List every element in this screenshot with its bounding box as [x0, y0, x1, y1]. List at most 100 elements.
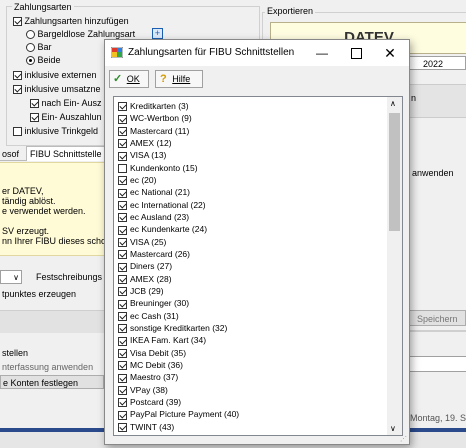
- list-item[interactable]: VISA (13): [118, 149, 166, 161]
- list-item[interactable]: Diners (27): [118, 260, 172, 272]
- list-item[interactable]: Mastercard (11): [118, 125, 189, 137]
- list-item[interactable]: ec (20): [118, 174, 156, 186]
- konten-button[interactable]: e Konten festlegen: [0, 375, 104, 389]
- scroll-up-icon[interactable]: ∧: [390, 99, 396, 108]
- list-item-checkbox[interactable]: [118, 361, 127, 371]
- info-line-1: er DATEV,: [2, 186, 44, 196]
- close-button[interactable]: ✕: [373, 40, 407, 66]
- checkbox-box[interactable]: [13, 17, 22, 27]
- list-item-checkbox[interactable]: [118, 225, 127, 235]
- list-item[interactable]: Breuninger (30): [118, 297, 189, 309]
- list-item-label: ec (20): [130, 174, 157, 185]
- checkbox-box[interactable]: [30, 113, 39, 123]
- year-select[interactable]: 2022: [408, 56, 466, 70]
- list-item[interactable]: AMEX (12): [118, 137, 172, 149]
- list-item-checkbox[interactable]: [118, 139, 127, 149]
- bg-combo[interactable]: ∨: [0, 270, 22, 284]
- checkbox-box[interactable]: [13, 71, 22, 81]
- list-item-checkbox[interactable]: [118, 262, 127, 272]
- list-item[interactable]: JCB (29): [118, 285, 164, 297]
- list-item[interactable]: ec Kundenkarte (24): [118, 223, 207, 235]
- list-item[interactable]: TWINT (43): [118, 421, 174, 433]
- tab-fibu[interactable]: FIBU Schnittstelle z: [26, 146, 109, 161]
- list-item-checkbox[interactable]: [118, 410, 127, 420]
- list-item-checkbox[interactable]: [118, 188, 127, 198]
- fibu-zahlungsarten-dialog: Zahlungsarten für FIBU Schnittstellen — …: [104, 39, 410, 445]
- inkl-umsatzne-checkbox[interactable]: inklusive umsatzne: [13, 84, 101, 95]
- list-item-checkbox[interactable]: [118, 324, 127, 334]
- list-item-checkbox[interactable]: [118, 102, 127, 112]
- list-item-checkbox[interactable]: [118, 176, 127, 186]
- list-item-label: ec Kundenkarte (24): [130, 224, 208, 235]
- list-item-checkbox[interactable]: [118, 385, 127, 395]
- checkbox-box[interactable]: [13, 85, 22, 95]
- list-item[interactable]: VPay (38): [118, 384, 168, 396]
- checkbox-box[interactable]: [13, 127, 22, 137]
- zahlungsarten-list[interactable]: ∧ ∨ Kreditkarten (3) WC-Wertbon (9) Master…: [113, 96, 403, 436]
- anwenden-right-text: anwenden: [412, 168, 454, 178]
- list-item[interactable]: WC-Wertbon (9): [118, 112, 192, 124]
- inkl-externen-checkbox[interactable]: inklusive externen: [13, 70, 97, 81]
- list-item-checkbox[interactable]: [118, 336, 127, 346]
- list-item-checkbox[interactable]: [118, 163, 127, 173]
- list-item[interactable]: PayPal Picture Payment (40): [118, 408, 239, 420]
- ok-button[interactable]: ✓ OK: [109, 70, 149, 88]
- maximize-button[interactable]: [339, 40, 373, 66]
- plus-button[interactable]: +: [152, 28, 163, 39]
- list-item[interactable]: ec Cash (31): [118, 310, 179, 322]
- list-item-checkbox[interactable]: [118, 237, 127, 247]
- bar-radio[interactable]: Bar: [26, 42, 52, 53]
- list-item-checkbox[interactable]: [118, 126, 127, 136]
- list-item[interactable]: IKEA Fam. Kart (34): [118, 334, 206, 346]
- list-item-checkbox[interactable]: [118, 299, 127, 309]
- dialog-titlebar[interactable]: Zahlungsarten für FIBU Schnittstellen — …: [105, 40, 409, 66]
- list-item-checkbox[interactable]: [118, 422, 127, 432]
- nach-ein-ausz-checkbox[interactable]: nach Ein- Ausz: [30, 98, 102, 109]
- separator-band: [0, 310, 104, 333]
- list-item-label: Mastercard (11): [130, 125, 190, 136]
- list-item[interactable]: VISA (25): [118, 236, 166, 248]
- list-item-checkbox[interactable]: [118, 151, 127, 161]
- beide-radio[interactable]: Beide: [26, 55, 61, 66]
- list-item[interactable]: Postcard (39): [118, 396, 181, 408]
- list-item-checkbox[interactable]: [118, 373, 127, 383]
- ein-auszahlun-checkbox[interactable]: Ein- Auszahlun: [30, 112, 102, 123]
- scroll-down-icon[interactable]: ∨: [390, 424, 396, 433]
- list-item-checkbox[interactable]: [118, 398, 127, 408]
- radio-circle[interactable]: [26, 30, 35, 40]
- zahlungsarten-hinzufuegen-checkbox[interactable]: Zahlungsarten hinzufügen: [13, 16, 129, 27]
- help-button[interactable]: ? Hilfe: [155, 70, 203, 88]
- list-item[interactable]: Kundenkonto (15): [118, 162, 198, 174]
- inkl-trinkgeld-checkbox[interactable]: inklusive Trinkgeld: [13, 126, 98, 137]
- list-item-checkbox[interactable]: [118, 114, 127, 124]
- resize-grip-icon[interactable]: ⋰: [400, 435, 407, 443]
- right-input[interactable]: [408, 356, 466, 372]
- list-item-checkbox[interactable]: [118, 200, 127, 210]
- checkbox-box[interactable]: [30, 99, 39, 109]
- list-item[interactable]: ec Ausland (23): [118, 211, 189, 223]
- tab-losof[interactable]: osof: [2, 149, 19, 159]
- list-item-checkbox[interactable]: [118, 250, 127, 260]
- list-item[interactable]: ec International (22): [118, 199, 206, 211]
- list-item[interactable]: Maestro (37): [118, 371, 178, 383]
- list-item-checkbox[interactable]: [118, 348, 127, 358]
- radio-circle[interactable]: [26, 43, 35, 53]
- list-item-checkbox[interactable]: [118, 274, 127, 284]
- minimize-button[interactable]: —: [305, 40, 339, 66]
- list-item[interactable]: MC Debit (36): [118, 359, 183, 371]
- scrollbar-thumb[interactable]: [389, 113, 400, 231]
- chevron-down-icon: ∨: [13, 273, 19, 282]
- list-item[interactable]: ec National (21): [118, 186, 190, 198]
- list-item[interactable]: Mastercard (26): [118, 248, 190, 260]
- list-item[interactable]: AMEX (28): [118, 273, 172, 285]
- speichern-button[interactable]: Speichern: [408, 310, 466, 326]
- vertical-scrollbar[interactable]: ∧ ∨: [387, 97, 402, 435]
- list-item[interactable]: Kreditkarten (3): [118, 100, 189, 112]
- list-item-checkbox[interactable]: [118, 287, 127, 297]
- list-item-checkbox[interactable]: [118, 311, 127, 321]
- list-item[interactable]: sonstige Kreditkarten (32): [118, 322, 227, 334]
- list-item[interactable]: Visa Debit (35): [118, 347, 186, 359]
- list-item-checkbox[interactable]: [118, 213, 127, 223]
- bargeldlose-radio[interactable]: Bargeldlose Zahlungsart: [26, 29, 135, 40]
- radio-circle[interactable]: [26, 56, 35, 66]
